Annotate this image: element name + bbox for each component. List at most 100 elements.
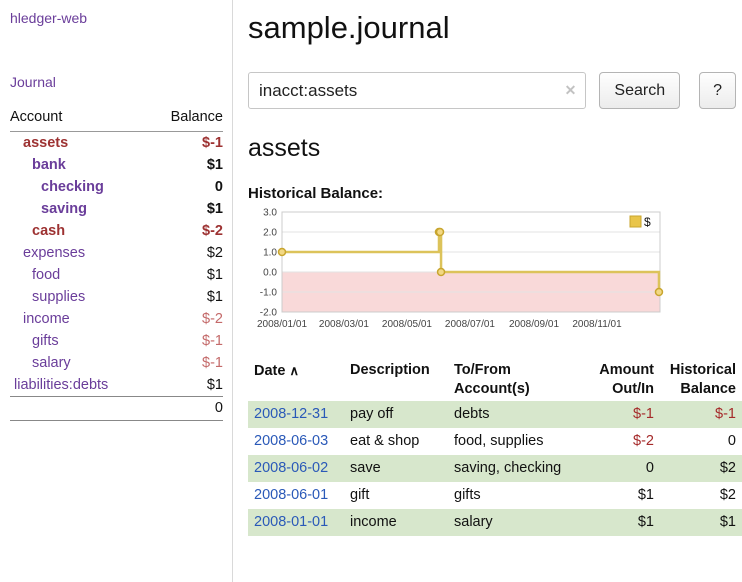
sidebar-item-journal[interactable]: Journal [10,74,223,90]
account-link-saving[interactable]: saving [41,201,87,217]
transaction-balance: 0 [660,428,742,455]
balance-column-header: Balance [149,106,223,132]
transaction-date-link[interactable]: 2008-01-01 [254,514,328,530]
y-tick-label: -2.0 [260,308,278,319]
transaction-amount: $-2 [584,428,660,455]
clear-search-icon[interactable]: ✕ [565,82,577,99]
account-balance: $1 [149,374,223,397]
help-button[interactable]: ? [699,72,736,109]
data-point-marker [279,249,286,256]
balance-chart: 3.02.01.00.0-1.0-2.02008/01/012008/03/01… [248,204,678,344]
account-row: income $-2 [10,308,223,330]
account-header-line2: Account(s) [454,381,530,397]
legend-swatch [630,216,641,227]
search-bar: ✕ Search ? [248,72,736,109]
account-link-bank[interactable]: bank [32,157,66,173]
account-balance: 0 [149,176,223,198]
account-row: supplies $1 [10,286,223,308]
account-link-salary[interactable]: salary [32,355,71,371]
account-link-income[interactable]: income [23,311,70,327]
sidebar: hledger-web Journal Account Balance asse… [0,0,233,582]
accounts-table-header-row: Account Balance [10,106,223,132]
account-column-header-main: To/From Account(s) [448,359,584,401]
account-row: expenses $2 [10,242,223,264]
balance-column-header-main: Historical Balance [660,359,742,401]
transaction-description: income [344,509,448,536]
account-link-gifts[interactable]: gifts [32,333,59,349]
y-tick-label: 3.0 [263,208,277,219]
account-link-assets[interactable]: assets [23,135,68,151]
transaction-accounts: debts [448,401,584,428]
transaction-date-link[interactable]: 2008-12-31 [254,406,328,422]
main-content: sample.journal ✕ Search ? assets Histori… [234,0,742,536]
account-link-supplies[interactable]: supplies [32,289,85,305]
account-row: salary $-1 [10,352,223,374]
account-balance: $-1 [149,132,223,155]
date-header-label: Date [254,363,285,379]
transaction-row: 2008-06-02 savesaving, checking0$2 [248,455,742,482]
account-link-food[interactable]: food [32,267,60,283]
transaction-balance: $-1 [660,401,742,428]
transaction-amount: $1 [584,482,660,509]
transaction-balance: $1 [660,509,742,536]
transaction-description: eat & shop [344,428,448,455]
transaction-balance: $2 [660,482,742,509]
account-row: saving$1 [10,198,223,220]
total-balance: 0 [149,397,223,421]
account-row: checking 0 [10,176,223,198]
transaction-date-link[interactable]: 2008-06-02 [254,460,328,476]
amount-header-line1: Amount [599,362,654,378]
account-balance: $-1 [149,352,223,374]
data-point-marker [655,289,662,296]
date-column-header[interactable]: Date ∧ [248,359,344,401]
x-tick-label: 2008/07/01 [445,319,495,330]
data-point-marker [438,269,445,276]
account-row: cash $-2 [10,220,223,242]
y-tick-label: 2.0 [263,228,277,239]
balance-header-line1: Historical [670,362,736,378]
account-balance: $1 [149,286,223,308]
app-title-link[interactable]: hledger-web [10,10,223,26]
account-balance: $-2 [149,220,223,242]
search-input[interactable] [248,72,586,109]
account-balance: $-1 [149,330,223,352]
transaction-accounts: saving, checking [448,455,584,482]
transaction-amount: 0 [584,455,660,482]
accounts-table-body: assets$-1bank$1checking0saving$1cash$-2e… [10,132,223,397]
account-balance: $-2 [149,308,223,330]
account-link-liabilities-debts[interactable]: liabilities:debts [14,377,108,393]
account-balance: $1 [149,264,223,286]
x-tick-label: 2008/05/01 [382,319,432,330]
transaction-date-link[interactable]: 2008-06-01 [254,487,328,503]
data-point-marker [437,229,444,236]
amount-column-header: Amount Out/In [584,359,660,401]
account-column-header: Account [10,106,149,132]
y-tick-label: 0.0 [263,268,277,279]
transaction-accounts: gifts [448,482,584,509]
transaction-description: pay off [344,401,448,428]
transaction-row: 2008-12-31pay offdebts$-1$-1 [248,401,742,428]
transaction-balance: $2 [660,455,742,482]
transaction-row: 2008-06-03 eat & shopfood, supplies$-20 [248,428,742,455]
transaction-amount: $-1 [584,401,660,428]
account-row: food $1 [10,264,223,286]
x-tick-label: 2008/11/01 [572,319,622,330]
chart-title: Historical Balance: [248,185,736,202]
search-input-wrapper: ✕ [248,72,586,109]
transaction-date-link[interactable]: 2008-06-03 [254,433,328,449]
y-tick-label: -1.0 [260,288,278,299]
account-link-checking[interactable]: checking [41,179,104,195]
account-row: liabilities:debts $1 [10,374,223,397]
account-link-cash[interactable]: cash [32,223,65,239]
x-tick-label: 2008/03/01 [319,319,369,330]
transaction-description: save [344,455,448,482]
amount-header-line2: Out/In [612,381,654,397]
search-button[interactable]: Search [599,72,680,109]
transaction-amount: $1 [584,509,660,536]
transaction-accounts: food, supplies [448,428,584,455]
x-tick-label: 2008/01/01 [257,319,307,330]
x-tick-label: 2008/09/01 [509,319,559,330]
register-body: 2008-12-31pay offdebts$-1$-12008-06-03ea… [248,401,742,536]
account-link-expenses[interactable]: expenses [23,245,85,261]
account-balance: $2 [149,242,223,264]
